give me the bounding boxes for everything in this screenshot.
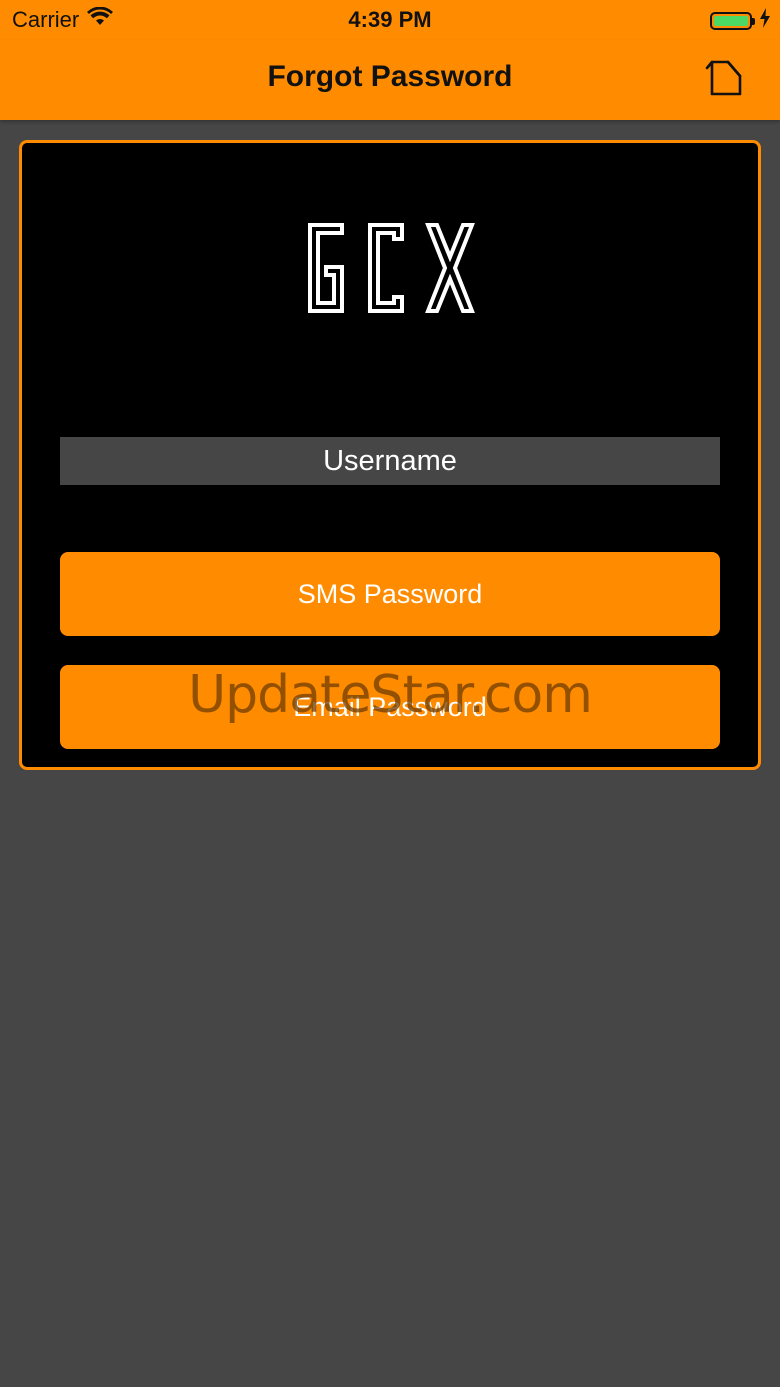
battery-icon <box>710 11 755 30</box>
sms-password-label: SMS Password <box>297 578 483 609</box>
sms-password-button[interactable]: SMS Password <box>60 552 720 636</box>
status-bar: Carrier 4:39 PM <box>0 0 780 40</box>
navigation-bar: Forgot Password <box>0 40 780 120</box>
username-field[interactable] <box>60 437 720 485</box>
gcx-logo <box>22 211 758 351</box>
battery-level <box>714 15 748 26</box>
forgot-password-card: SMS Password Email Password <box>19 140 761 770</box>
status-right <box>710 8 770 33</box>
home-icon <box>704 60 744 102</box>
status-time: 4:39 PM <box>348 7 432 32</box>
logo-graphic <box>308 223 475 313</box>
page-title: Forgot Password <box>267 60 513 93</box>
home-button[interactable] <box>704 58 744 98</box>
charging-bolt-icon <box>760 8 770 33</box>
email-password-label: Email Password <box>293 691 487 722</box>
email-password-button[interactable]: Email Password <box>60 665 720 749</box>
